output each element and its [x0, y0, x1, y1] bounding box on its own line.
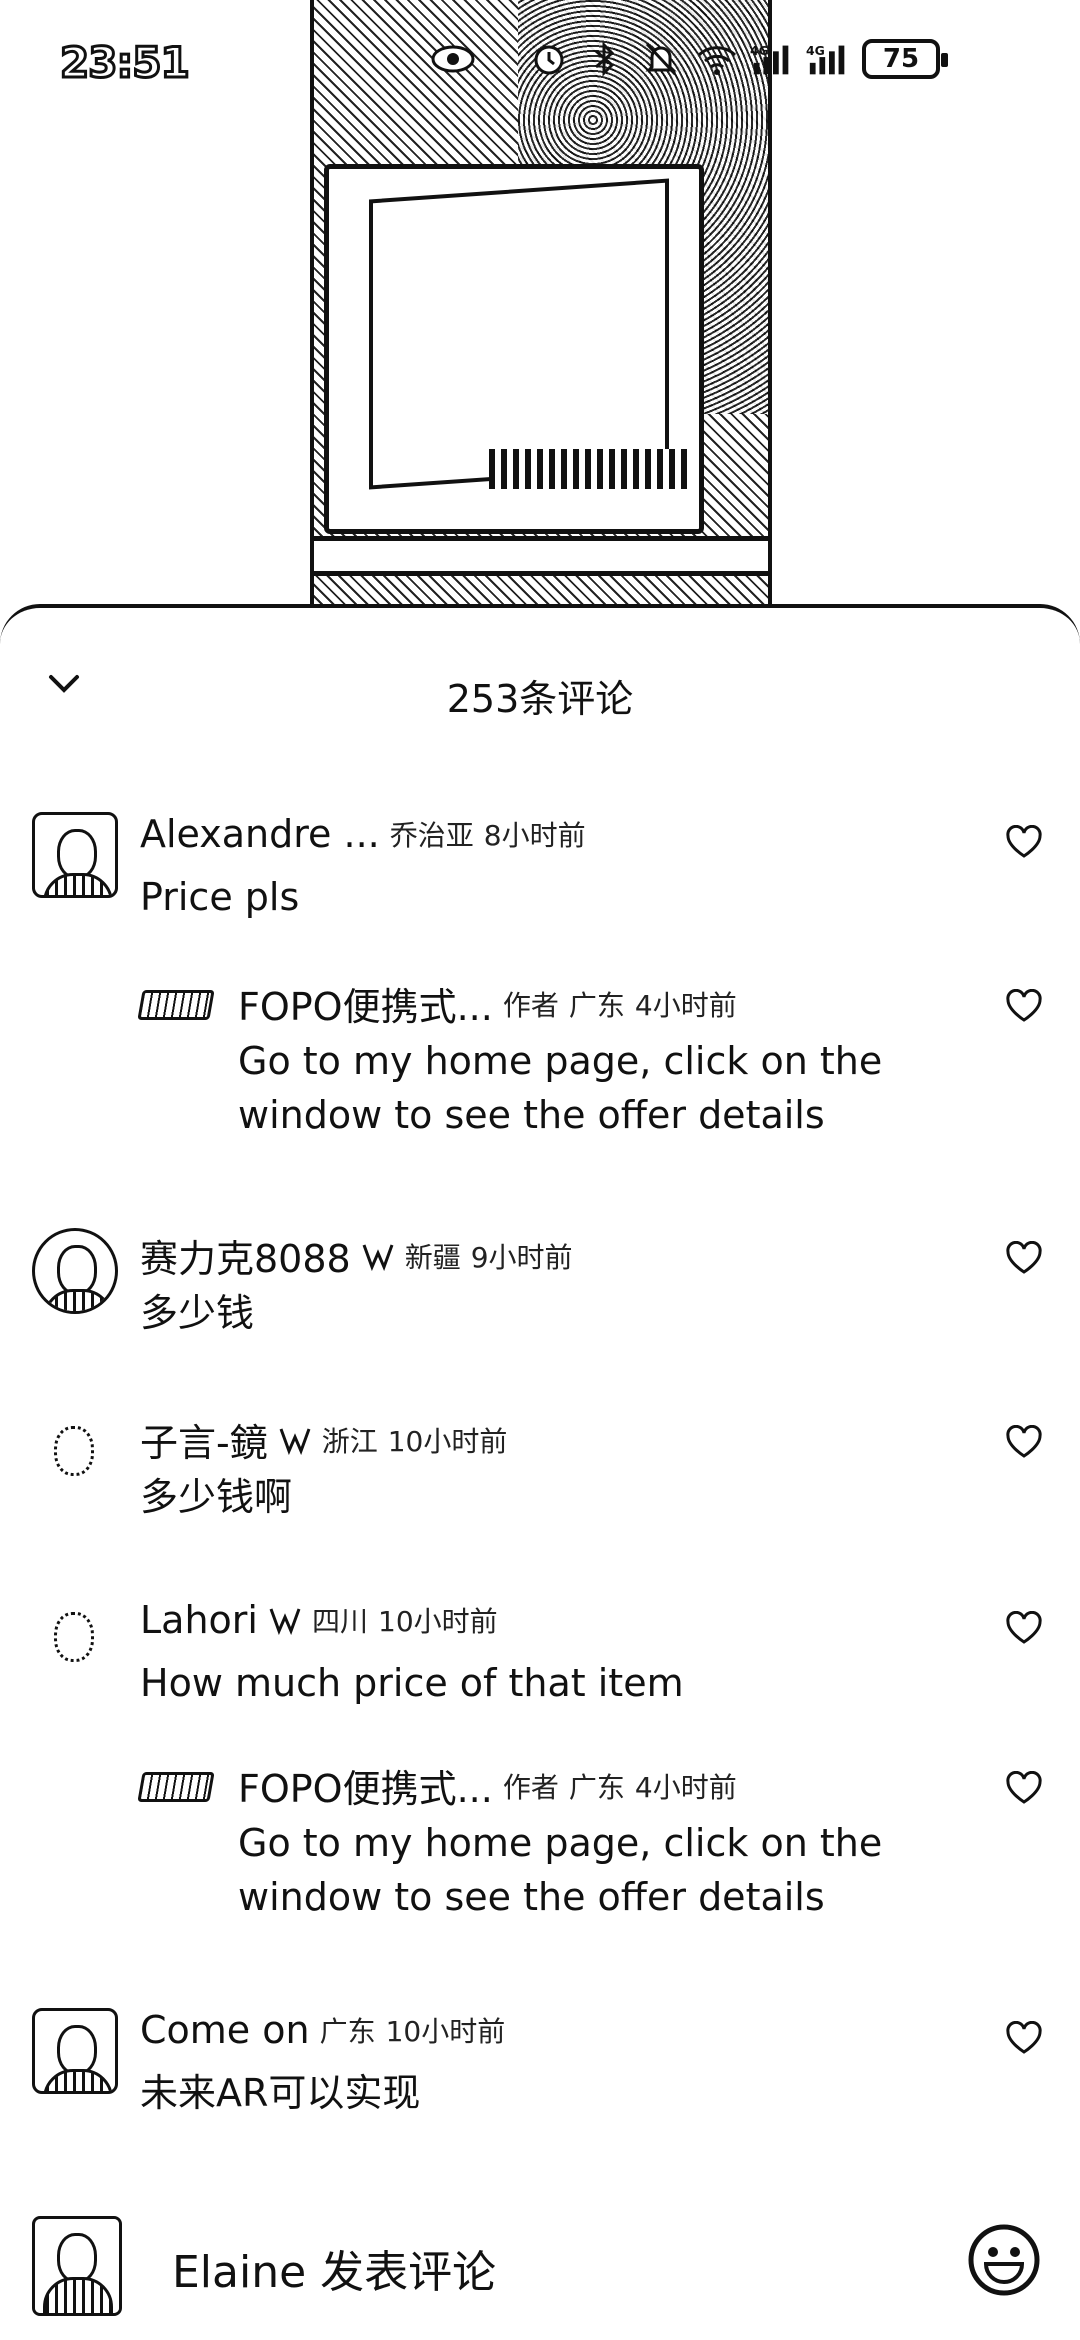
avatar[interactable] — [32, 1412, 118, 1498]
comment-author[interactable]: Lahori — [140, 1598, 258, 1642]
reply-time: 4小时前 — [634, 1770, 737, 1804]
comment-time: 10小时前 — [387, 1424, 508, 1458]
heart-outline-icon[interactable] — [1000, 1604, 1048, 1652]
avatar[interactable] — [137, 1772, 215, 1802]
reply-text[interactable]: Go to my home page, click on the window … — [238, 1034, 1038, 1142]
comment-header: Alexandre ... 乔治亚 8小时前 — [140, 812, 586, 856]
avatar[interactable] — [32, 2008, 118, 2094]
comment-location: 浙江 — [321, 1424, 378, 1458]
avatar[interactable] — [32, 1228, 118, 1314]
reply-text[interactable]: Go to my home page, click on the window … — [238, 1816, 1038, 1924]
comment-text[interactable]: 多少钱 — [140, 1286, 254, 1340]
wifi-icon — [694, 36, 740, 82]
sheet-header: 253条评论 — [0, 608, 1080, 738]
battery-indicator: 75 — [862, 39, 948, 79]
reply-header: FOPO便携式... 作者 广东 4小时前 — [238, 976, 737, 1031]
comment-location: 乔治亚 — [389, 819, 474, 852]
video-laptop — [324, 164, 704, 534]
comment-input[interactable]: Elaine 发表评论 — [172, 2236, 496, 2300]
heart-outline-icon[interactable] — [1000, 1764, 1048, 1812]
status-icons: 4G 4G 75 — [430, 36, 948, 82]
avatar[interactable] — [32, 1598, 118, 1684]
comment-text[interactable]: 多少钱啊 — [140, 1470, 292, 1524]
comment-header: Lahori 四川 10小时前 — [140, 1598, 498, 1642]
comment-author[interactable]: Alexandre ... — [140, 812, 380, 856]
author-tag: 作者 — [502, 988, 559, 1022]
heart-outline-icon[interactable] — [1000, 1418, 1048, 1466]
reply-header: FOPO便携式... 作者 广东 4小时前 — [238, 1758, 737, 1813]
avatar[interactable] — [137, 990, 215, 1020]
comment-author[interactable]: Come on — [140, 2008, 310, 2052]
reply-location: 广东 — [568, 1770, 625, 1804]
comment-time: 10小时前 — [378, 1605, 498, 1638]
comment-header: Come on 广东 10小时前 — [140, 2008, 505, 2052]
comment-location: 四川 — [311, 1605, 368, 1638]
verified-badge-icon — [278, 1425, 312, 1455]
comment-location: 广东 — [319, 2015, 376, 2048]
comment-text[interactable]: How much price of that item — [140, 1656, 684, 1710]
comment-text[interactable]: 未来AR可以实现 — [140, 2066, 420, 2120]
author-tag: 作者 — [502, 1770, 559, 1804]
comment-author[interactable]: 赛力克8088 — [140, 1228, 351, 1283]
smiley-icon[interactable] — [966, 2222, 1042, 2298]
heart-outline-icon[interactable] — [1000, 982, 1048, 1030]
comment-author[interactable]: 子言-鏡 — [140, 1412, 268, 1467]
status-bar: 23:51 4G 4G 75 — [0, 30, 1080, 94]
comment-time: 9小时前 — [470, 1240, 573, 1274]
mute-bell-icon — [638, 36, 684, 82]
signal-4g-icon: 4G — [750, 36, 796, 82]
reply-author[interactable]: FOPO便携式... — [238, 1758, 493, 1813]
eye-icon — [430, 36, 476, 82]
comment-time: 10小时前 — [385, 2015, 506, 2048]
signal-4g-icon-2: 4G — [806, 36, 852, 82]
video-laptop-keys — [489, 449, 689, 489]
avatar[interactable] — [32, 812, 118, 898]
comment-count-title: 253条评论 — [446, 677, 634, 721]
comment-time: 8小时前 — [483, 819, 586, 852]
alarm-icon — [526, 36, 572, 82]
heart-outline-icon[interactable] — [1000, 818, 1048, 866]
svg-text:4G: 4G — [750, 43, 769, 58]
svg-text:4G: 4G — [806, 43, 825, 58]
verified-badge-icon — [361, 1241, 395, 1271]
video-laptop-lid — [369, 178, 669, 490]
reply-time: 4小时前 — [634, 988, 737, 1022]
comment-header: 赛力克8088 新疆 9小时前 — [140, 1228, 573, 1283]
video-background[interactable] — [0, 0, 1080, 640]
reply-location: 广东 — [568, 988, 625, 1022]
video-desk-edge — [314, 536, 768, 576]
reply-author[interactable]: FOPO便携式... — [238, 976, 493, 1031]
heart-outline-icon[interactable] — [1000, 2014, 1048, 2062]
avatar[interactable] — [32, 2216, 122, 2316]
comment-input-bar: Elaine 发表评论 — [0, 2200, 1080, 2340]
bluetooth-icon — [582, 36, 628, 82]
verified-badge-icon — [268, 1605, 302, 1635]
comment-header: 子言-鏡 浙江 10小时前 — [140, 1412, 507, 1467]
comment-location: 新疆 — [404, 1240, 461, 1274]
heart-outline-icon[interactable] — [1000, 1234, 1048, 1282]
status-time: 23:51 — [59, 36, 192, 88]
comment-text[interactable]: Price pls — [140, 870, 299, 924]
